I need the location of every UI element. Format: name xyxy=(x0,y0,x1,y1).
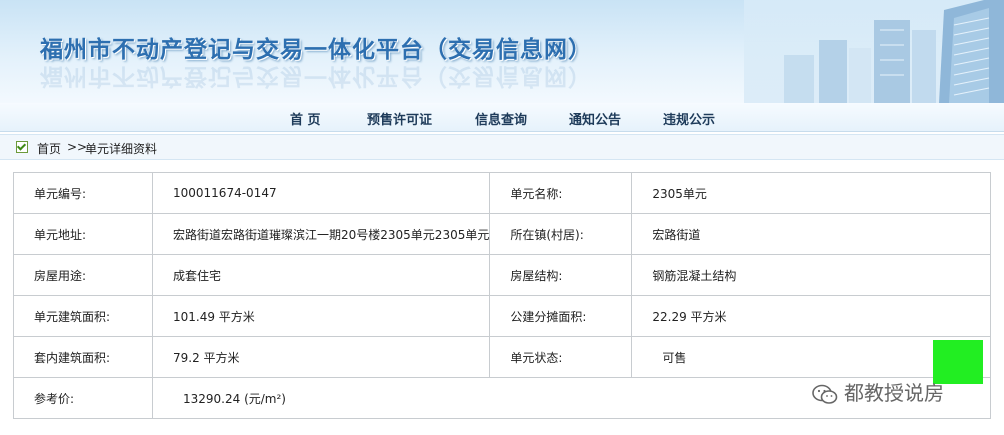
watermark-text: 都教授说房 xyxy=(844,381,944,405)
header-banner: 福州市不动产登记与交易一体化平台（交易信息网） 福州市不动产登记与交易一体化平台… xyxy=(0,0,1004,104)
shared-area-label: 公建分摊面积: xyxy=(489,295,633,337)
table-row: 单元地址: 宏路街道宏路街道璀璨滨江一期20号楼2305单元2305单元 所在镇… xyxy=(13,213,991,255)
unit-name-label: 单元名称: xyxy=(489,172,633,214)
unit-number-value: 100011674-0147 xyxy=(151,172,491,214)
nav-violations[interactable]: 违规公示 xyxy=(663,109,715,128)
breadcrumb-home-link[interactable]: 首页 xyxy=(37,140,61,157)
watermark: 都教授说房 xyxy=(812,377,944,406)
building-area-label: 单元建筑面积: xyxy=(13,295,153,337)
town-label: 所在镇(村居): xyxy=(489,213,633,255)
table-row: 单元编号: 100011674-0147 单元名称: 2305单元 xyxy=(13,172,991,214)
breadcrumb: 首页 >> 单元详细资料 xyxy=(0,134,1004,160)
nav-info-query[interactable]: 信息查询 xyxy=(475,109,527,128)
skyline-illustration xyxy=(744,0,1004,103)
inner-area-label: 套内建筑面积: xyxy=(13,336,153,378)
wechat-icon xyxy=(812,384,838,404)
main-nav: 首 页 预售许可证 信息查询 通知公告 违规公示 xyxy=(0,103,1004,132)
building-area-value: 101.49 平方米 xyxy=(151,295,491,337)
breadcrumb-current: 单元详细资料 xyxy=(85,142,158,156)
unit-name-value: 2305单元 xyxy=(631,172,991,214)
nav-home[interactable]: 首 页 xyxy=(290,109,321,128)
unit-address-label: 单元地址: xyxy=(13,213,153,255)
usage-value: 成套住宅 xyxy=(151,254,491,296)
unit-status-label: 单元状态: xyxy=(489,336,633,378)
checkbox-icon xyxy=(16,141,28,153)
structure-label: 房屋结构: xyxy=(489,254,633,296)
unit-address-value: 宏路街道宏路街道璀璨滨江一期20号楼2305单元2305单元 xyxy=(151,213,491,255)
table-row: 单元建筑面积: 101.49 平方米 公建分摊面积: 22.29 平方米 xyxy=(13,295,991,337)
usage-label: 房屋用途: xyxy=(13,254,153,296)
nav-presale-permit[interactable]: 预售许可证 xyxy=(367,109,432,128)
unit-number-label: 单元编号: xyxy=(13,172,153,214)
table-row: 房屋用途: 成套住宅 房屋结构: 钢筋混凝土结构 xyxy=(13,254,991,296)
structure-value: 钢筋混凝土结构 xyxy=(631,254,991,296)
inner-area-value: 79.2 平方米 xyxy=(151,336,491,378)
nav-notices[interactable]: 通知公告 xyxy=(569,109,621,128)
shared-area-value: 22.29 平方米 xyxy=(631,295,991,337)
town-value: 宏路街道 xyxy=(631,213,991,255)
site-title: 福州市不动产登记与交易一体化平台（交易信息网） xyxy=(40,37,592,63)
table-row: 套内建筑面积: 79.2 平方米 单元状态: 可售 xyxy=(13,336,991,378)
site-title-reflection: 福州市不动产登记与交易一体化平台（交易信息网） xyxy=(40,63,592,89)
reference-price-label: 参考价: xyxy=(13,377,153,419)
